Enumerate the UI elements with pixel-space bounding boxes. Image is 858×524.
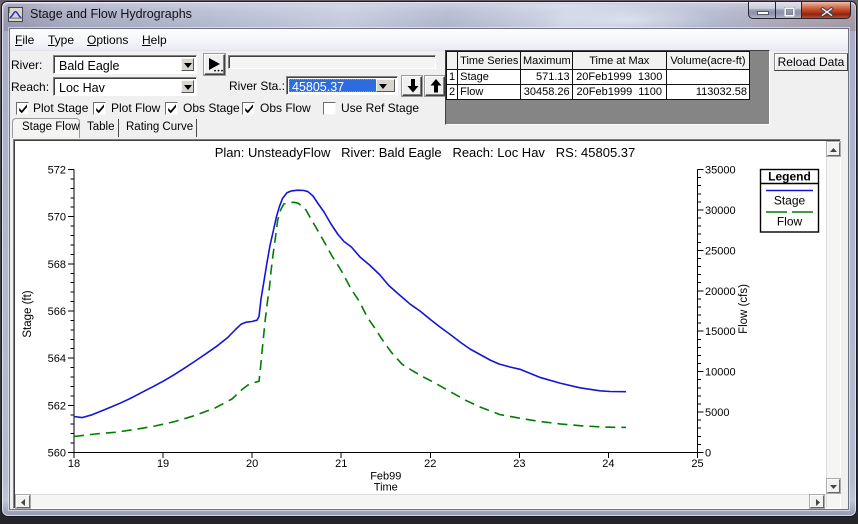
- svg-text:19: 19: [157, 458, 169, 470]
- svg-text:24: 24: [602, 458, 614, 470]
- svg-text:566: 566: [48, 306, 66, 318]
- svg-text:5000: 5000: [705, 407, 729, 419]
- svg-text:20000: 20000: [705, 286, 736, 298]
- svg-text:25: 25: [691, 458, 703, 470]
- svg-text:Plan: UnsteadyFlow River: Ba: Plan: UnsteadyFlow River: Bald Eagle Rea…: [215, 145, 636, 160]
- svg-text:Flow (cfs): Flow (cfs): [738, 284, 750, 334]
- svg-text:18: 18: [68, 458, 80, 470]
- svg-text:562: 562: [48, 400, 66, 412]
- svg-text:10000: 10000: [705, 367, 736, 379]
- svg-text:572: 572: [48, 165, 66, 177]
- svg-text:Stage (ft): Stage (ft): [22, 290, 34, 337]
- svg-text:30000: 30000: [705, 205, 736, 217]
- svg-text:25000: 25000: [705, 245, 736, 257]
- svg-text:568: 568: [48, 259, 66, 271]
- svg-text:22: 22: [424, 458, 436, 470]
- svg-text:564: 564: [48, 353, 66, 365]
- svg-text:0: 0: [705, 448, 711, 460]
- svg-text:560: 560: [48, 448, 66, 460]
- svg-text:20: 20: [246, 458, 258, 470]
- svg-text:35000: 35000: [705, 165, 736, 177]
- svg-text:Legend: Legend: [768, 170, 811, 184]
- svg-text:Stage: Stage: [774, 194, 806, 208]
- svg-text:Time: Time: [374, 482, 398, 494]
- svg-text:15000: 15000: [705, 326, 736, 338]
- svg-text:21: 21: [335, 458, 347, 470]
- svg-text:23: 23: [513, 458, 525, 470]
- svg-text:Flow: Flow: [777, 215, 803, 229]
- svg-text:570: 570: [48, 212, 66, 224]
